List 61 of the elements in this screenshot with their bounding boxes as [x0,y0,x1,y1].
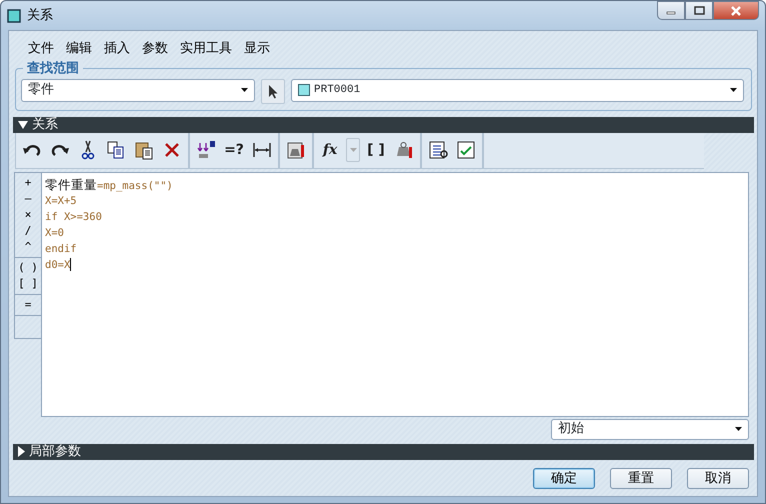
operator-button[interactable]: – [15,190,41,206]
code-line: 零件重量=mp_mass("") [45,176,174,192]
caret-icon [350,148,356,152]
menu-item[interactable]: 实用工具 [180,39,232,58]
type-select[interactable]: 零件 [21,78,255,102]
filter-select[interactable]: 初始 [551,418,749,440]
copy-icon [106,140,126,160]
pick-button[interactable] [261,78,285,104]
menu-item[interactable]: 编辑 [66,39,92,58]
dialog-button[interactable]: 取消 [687,468,749,488]
menu-item[interactable]: 文件 [28,39,54,58]
group-title: 查找范围 [23,58,83,78]
maximize-button[interactable] [685,1,713,20]
code-line: X=0 [45,226,65,240]
collapse-icon [18,120,28,128]
relations-header[interactable]: 关系 [13,116,754,132]
cursor-icon [268,84,278,98]
weight-icon [394,140,414,160]
section-title: 局部参数 [29,442,81,461]
values-icon [196,140,216,160]
object-select[interactable]: PRT0001 [291,78,744,102]
caret-icon [730,88,737,92]
relations-editor[interactable]: 零件重量=mp_mass("") X=X+5 if X>=360 X=0 endif d0=X [41,172,749,416]
expand-icon [18,446,25,457]
paste-icon [134,140,154,160]
section-title: 关系 [32,116,58,134]
dialog-button[interactable]: 重置 [610,468,672,488]
caret-icon [735,427,742,431]
toolbar-button[interactable]: [ ] [364,138,388,162]
code-line: if X>=360 [45,210,103,224]
dimension-icon [252,140,272,160]
app-icon [7,8,21,22]
mass-icon [286,140,306,160]
operator-button[interactable]: ( ) [15,260,41,276]
code-line: endif [45,242,78,256]
part-icon [298,84,310,96]
operator-button[interactable]: ^ [15,238,41,254]
caret-icon [241,88,248,92]
window-title: 关系 [27,6,53,25]
minimize-button[interactable] [657,1,685,20]
close-icon [730,6,742,16]
operator-button[interactable]: + [15,174,41,190]
text-cursor [70,258,72,272]
maximize-icon [694,6,704,15]
operator-button[interactable]: [ ] [15,276,41,292]
menu-item[interactable]: 插入 [104,39,130,58]
close-button[interactable] [713,1,759,20]
operator-button[interactable]: = [15,296,41,312]
toolbar-button[interactable]: =? [222,138,246,162]
operator-button[interactable]: × [15,206,41,222]
code-line: X=X+5 [45,194,78,208]
list-icon [428,140,448,160]
toolbar-button[interactable]: fx [318,138,342,162]
verify-icon [456,140,476,160]
local-params-header[interactable]: 局部参数 [13,444,754,460]
menu-item[interactable]: 参数 [142,39,168,58]
menu-item[interactable]: 显示 [244,39,270,58]
object-value: PRT0001 [314,82,360,98]
code-line: d0=X [45,257,72,272]
dialog-button[interactable]: 确定 [533,468,595,488]
operator-button[interactable]: / [15,222,41,238]
